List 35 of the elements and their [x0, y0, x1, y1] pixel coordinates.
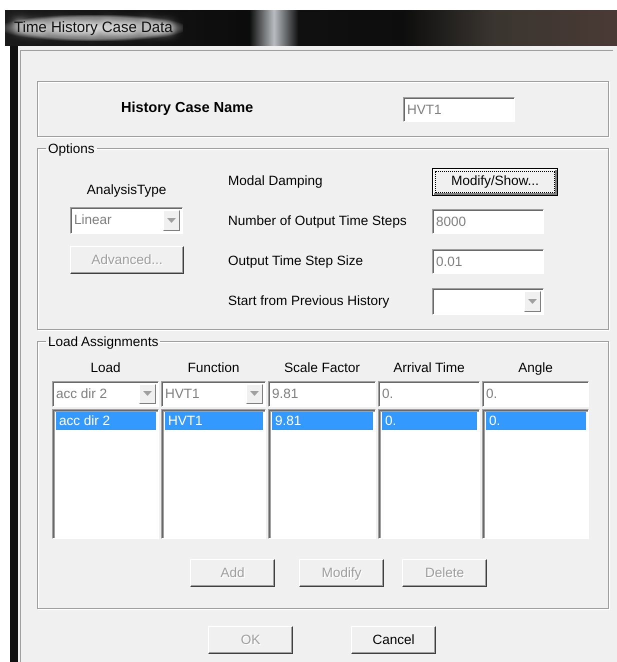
text-field[interactable]: 0.01: [432, 249, 544, 274]
text-field[interactable]: 9.81: [268, 380, 376, 407]
text-field[interactable]: 0.: [482, 380, 589, 407]
window-title: Time History Case Data: [4, 15, 183, 41]
field-label: Modal Damping: [228, 173, 324, 190]
text-field[interactable]: 0.: [378, 380, 480, 407]
dropdown[interactable]: [432, 288, 544, 315]
list-row[interactable]: 0.: [486, 412, 586, 430]
text-field[interactable]: 8000: [432, 209, 544, 234]
button[interactable]: Modify/Show...: [432, 168, 558, 196]
column-header: Angle: [517, 360, 554, 377]
column-header: Function: [186, 360, 240, 376]
list-row[interactable]: acc dir 2: [56, 412, 156, 430]
dropdown-arrow-icon: [143, 391, 152, 396]
field-label: Output Time Step Size: [228, 253, 364, 270]
group-label: Options: [47, 142, 96, 156]
column-header: Load: [89, 360, 122, 376]
dropdown-arrow-icon: [167, 218, 176, 223]
dropdown[interactable]: HVT1: [161, 380, 266, 407]
dropdown[interactable]: acc dir 2: [52, 380, 159, 407]
field-label: Start from Previous History: [228, 293, 390, 310]
list-row[interactable]: 0.: [382, 412, 477, 430]
column-header: Scale Factor: [283, 360, 361, 376]
field-label: History Case Name: [121, 100, 254, 118]
button[interactable]: Cancel: [351, 626, 436, 654]
list-row[interactable]: 9.81: [272, 412, 373, 430]
column-header: Arrival Time: [392, 360, 466, 376]
field-label: Number of Output Time Steps: [228, 213, 408, 230]
list-row[interactable]: HVT1: [165, 412, 263, 430]
dropdown-arrow-icon: [528, 299, 537, 304]
group-label: Load Assignments: [47, 335, 160, 348]
dropdown-arrow-icon: [250, 391, 259, 396]
dropdown[interactable]: Linear: [70, 206, 183, 234]
field-label: AnalysisType: [86, 182, 168, 198]
text-field[interactable]: HVT1: [403, 96, 515, 122]
